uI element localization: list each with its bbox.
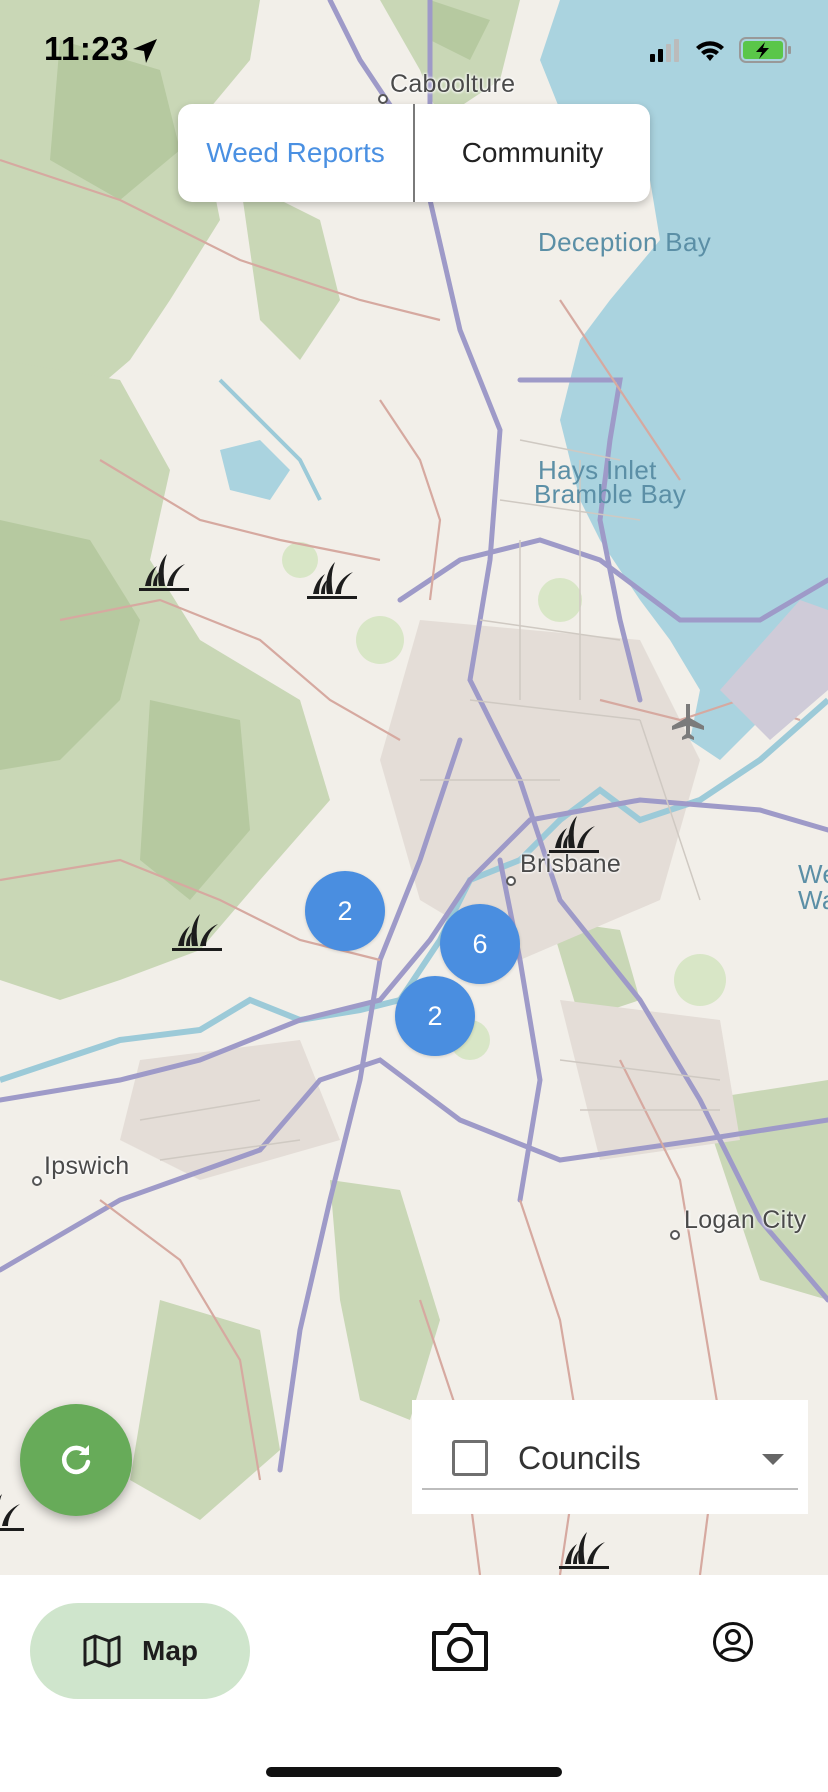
home-indicator [266, 1767, 562, 1777]
airport-icon [672, 704, 704, 740]
camera-icon[interactable] [430, 1619, 490, 1677]
refresh-icon [61, 1445, 91, 1475]
weed-marker-icon[interactable] [170, 910, 224, 952]
tab-weed-reports[interactable]: Weed Reports [178, 104, 413, 202]
councils-filter: Councils [412, 1400, 808, 1514]
label-logan-city: Logan City [684, 1206, 807, 1234]
ipswich-dot [32, 1176, 42, 1186]
nav-map-label: Map [142, 1635, 198, 1666]
weed-marker-icon[interactable] [137, 550, 191, 592]
nav-map-button[interactable]: Map [30, 1603, 250, 1699]
map-icon [83, 1634, 121, 1668]
profile-icon[interactable] [712, 1621, 754, 1663]
label-bramble-bay: Bramble Bay [534, 479, 687, 509]
wifi-icon [696, 41, 724, 61]
label-caboolture: Caboolture [390, 70, 516, 98]
tab-community[interactable]: Community [415, 104, 650, 202]
weed-marker-icon[interactable] [0, 1490, 26, 1532]
caboolture-dot [378, 94, 388, 104]
battery-icon [739, 37, 791, 63]
label-brisbane: Brisbane [520, 850, 622, 878]
cluster-marker[interactable]: 2 [305, 871, 385, 951]
label-deception-bay: Deception Bay [538, 227, 712, 257]
weed-marker-icon[interactable] [547, 812, 601, 854]
councils-checkbox[interactable] [452, 1440, 488, 1476]
location-arrow-icon [133, 39, 157, 63]
cellular-signal-icon [650, 39, 679, 62]
label-ipswich: Ipswich [44, 1152, 130, 1180]
logan-city-dot [670, 1230, 680, 1240]
label-we: We [798, 859, 828, 889]
map-view[interactable]: Caboolture Deception Bay Hays Inlet Bram… [0, 0, 828, 1575]
brisbane-dot [506, 876, 516, 886]
chevron-down-icon[interactable] [762, 1454, 784, 1465]
weed-marker-icon[interactable] [305, 558, 359, 600]
councils-label: Councils [518, 1440, 641, 1476]
weed-marker-icon[interactable] [557, 1528, 611, 1570]
label-wat: Wat [798, 885, 828, 915]
cluster-marker[interactable]: 6 [440, 904, 520, 984]
report-type-segmented-control: Weed Reports Community [178, 104, 650, 202]
refresh-button[interactable] [20, 1404, 132, 1516]
status-icons [650, 37, 791, 63]
bottom-navigation: Map [0, 1575, 828, 1792]
status-time: 11:23 [44, 30, 130, 67]
cluster-marker[interactable]: 2 [395, 976, 475, 1056]
councils-underline [422, 1488, 798, 1490]
